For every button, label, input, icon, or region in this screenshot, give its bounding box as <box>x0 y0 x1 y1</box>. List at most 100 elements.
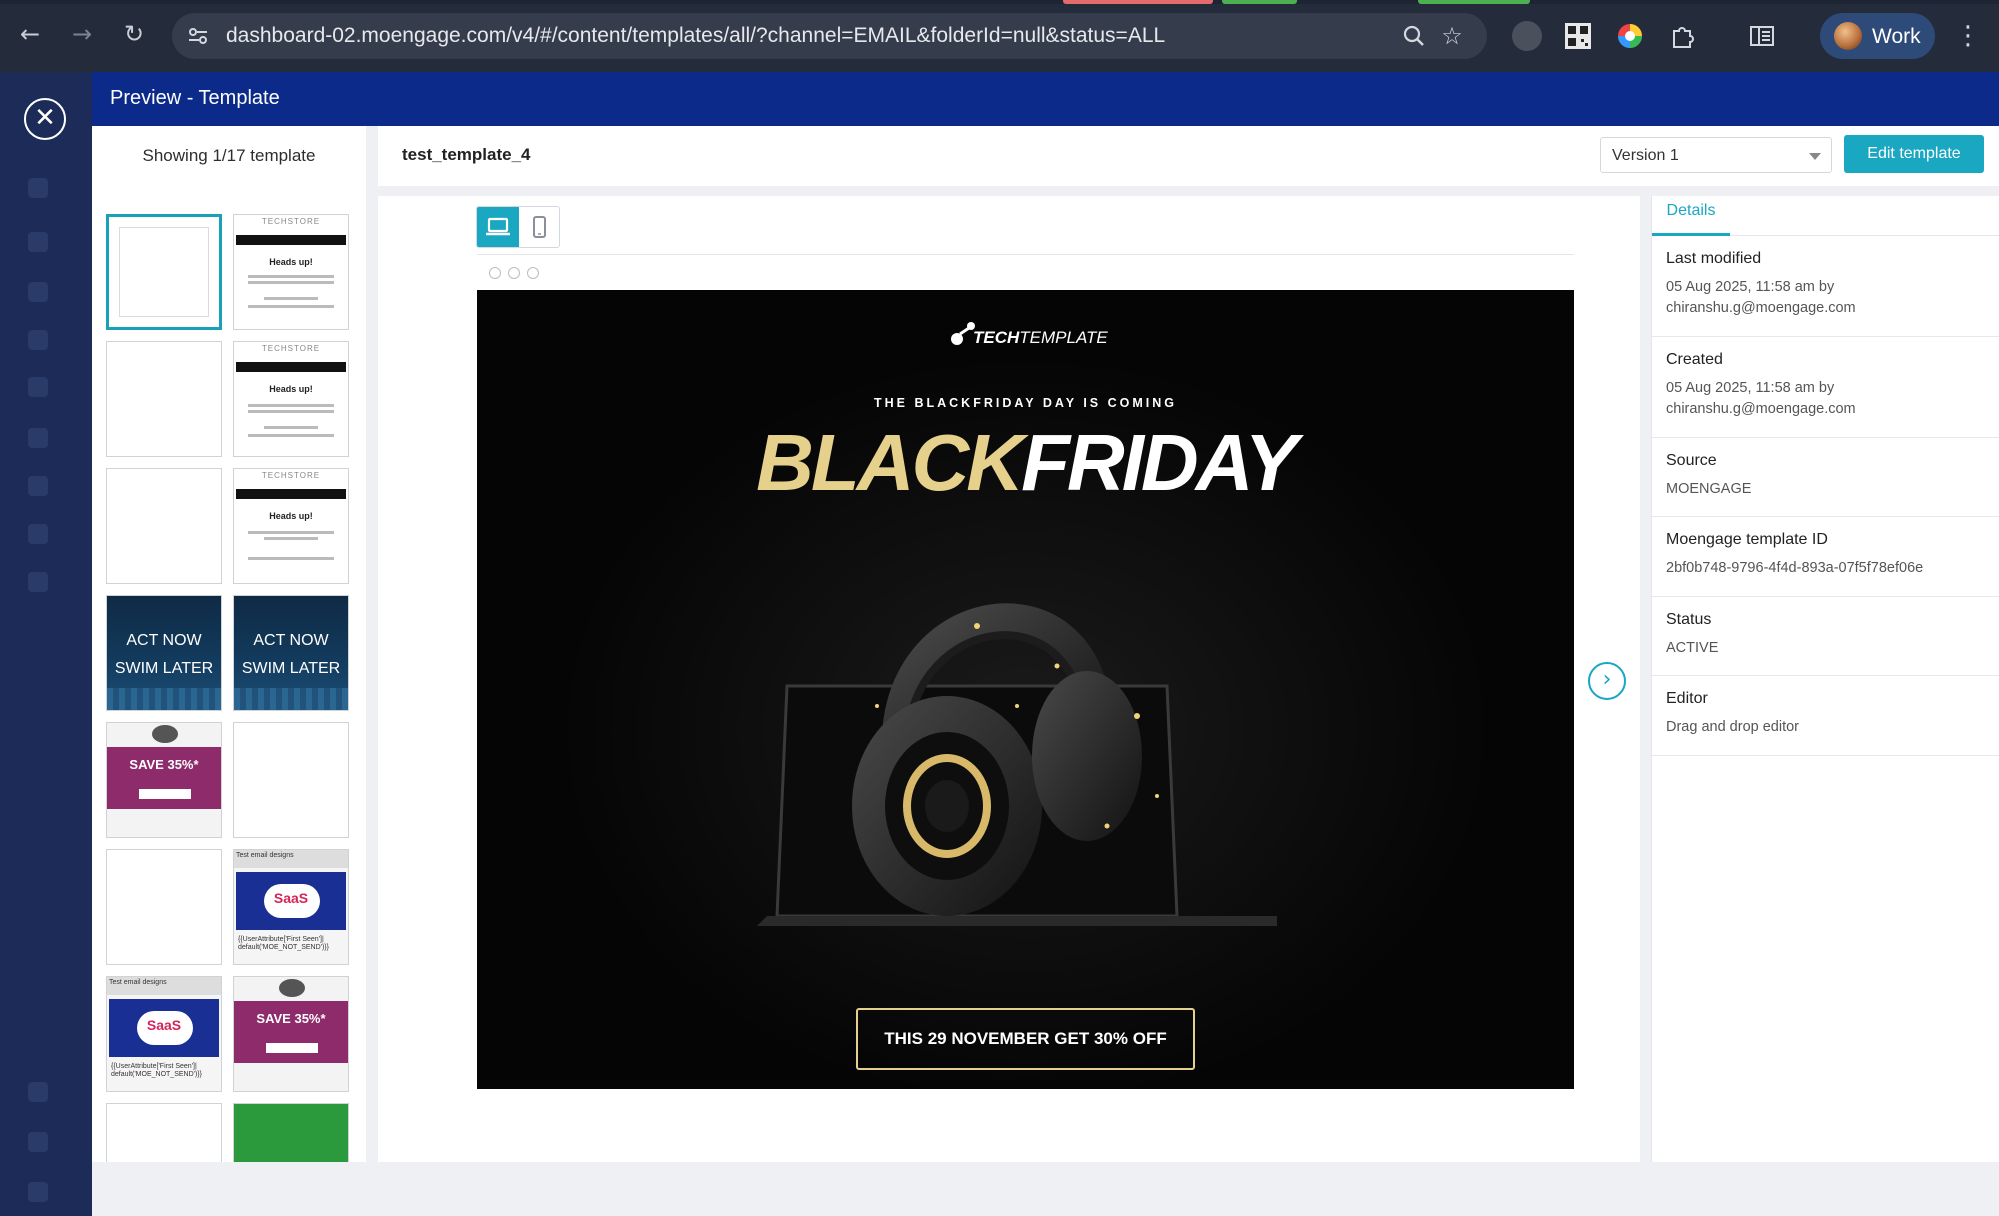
template-thumbnail-selected[interactable] <box>106 214 222 330</box>
sidebar-ghost-icon <box>28 476 48 496</box>
thumb-nav <box>236 235 346 245</box>
showing-count: Showing 1/17 template <box>142 146 316 165</box>
template-thumbnail[interactable]: SAVE 35%* <box>233 976 349 1092</box>
close-icon[interactable]: ✕ <box>24 98 66 140</box>
version-selected: Version 1 <box>1612 147 1679 164</box>
template-thumbnail[interactable] <box>106 341 222 457</box>
sidebar-ghost-icon <box>28 1132 48 1152</box>
thumb-wave-image <box>107 688 221 710</box>
mobile-phone-icon <box>533 216 546 238</box>
template-thumbnail[interactable]: Test email designs SaaS {{UserAttribute[… <box>106 976 222 1092</box>
thumb-heading: Heads up! <box>269 257 313 267</box>
edit-template-button[interactable]: Edit template <box>1844 135 1984 173</box>
thumb-logo: TECHSTORE <box>261 217 321 226</box>
version-dropdown[interactable]: Version 1 <box>1600 137 1832 173</box>
editor-value: Drag and drop editor <box>1666 719 1799 735</box>
tab-strip <box>0 0 1999 4</box>
last-modified-section: Last modified 05 Aug 2025, 11:58 am by c… <box>1652 236 1999 337</box>
tab-details[interactable]: Details <box>1652 196 1730 236</box>
modal-footer-area <box>92 1162 1999 1216</box>
created-by: chiranshu.g@moengage.com <box>1666 401 1856 417</box>
back-icon[interactable]: ← <box>16 20 44 48</box>
preview-browser-frame <box>477 254 1574 290</box>
color-picker-icon[interactable] <box>1615 21 1645 51</box>
mobile-view-button[interactable] <box>519 207 560 247</box>
sidebar-ghost-icon <box>28 572 48 592</box>
thumb-wave-image <box>234 688 348 710</box>
extension-icon[interactable] <box>1512 21 1542 51</box>
forward-icon[interactable]: → <box>68 20 96 48</box>
tab-indicator <box>1418 0 1530 4</box>
template-thumbnail[interactable] <box>106 468 222 584</box>
template-thumbnail[interactable] <box>106 849 222 965</box>
last-modified-by: chiranshu.g@moengage.com <box>1666 300 1856 316</box>
thumb-heading: SaaS <box>273 890 309 906</box>
desktop-view-button[interactable] <box>477 207 519 247</box>
template-name: test_template_4 <box>402 145 531 164</box>
template-thumbnail[interactable]: TECHSTORE Heads up! <box>233 214 349 330</box>
template-toolbar: test_template_4 Version 1 Edit template <box>378 126 1999 186</box>
email-subheading: THE BLACKFRIDAY DAY IS COMING <box>873 396 1177 410</box>
extensions-puzzle-icon[interactable] <box>1668 21 1698 51</box>
brand-text: TECHTEMPLATE <box>973 328 1108 348</box>
template-thumbnails-panel: Showing 1/17 template TECHSTORE Heads up… <box>92 126 366 1162</box>
template-thumbnail[interactable]: ACT NOW SWIM LATER <box>233 595 349 711</box>
thumb-heading: SaaS <box>146 1017 182 1033</box>
template-thumbnail[interactable]: Test email designs SaaS {{UserAttribute[… <box>233 849 349 965</box>
bookmark-star-icon[interactable]: ☆ <box>1438 22 1466 50</box>
zoom-icon[interactable] <box>1400 22 1428 50</box>
reading-list-icon[interactable] <box>1747 21 1777 51</box>
thumb-text-line <box>264 297 318 300</box>
modal-header: Preview - Template <box>92 72 1999 126</box>
email-cta-button[interactable]: THIS 29 NOVEMBER GET 30% OFF <box>856 1008 1195 1070</box>
profile-button[interactable]: Work <box>1820 13 1935 59</box>
thumb-logo: TECHSTORE <box>261 344 321 353</box>
url-text[interactable]: dashboard-02.moengage.com/v4/#/content/t… <box>226 24 1165 48</box>
thumb-footer: {{UserAttribute['First Seen']| default('… <box>111 1063 202 1078</box>
address-bar[interactable]: dashboard-02.moengage.com/v4/#/content/t… <box>172 13 1487 59</box>
thumb-text-line <box>248 434 334 437</box>
thumb-text-line <box>248 305 334 308</box>
site-settings-icon[interactable] <box>186 24 210 48</box>
preview-area: TECHTEMPLATE THE BLACKFRIDAY DAY IS COMI… <box>378 196 1640 1162</box>
reload-icon[interactable]: ↻ <box>120 20 148 48</box>
sidebar-ghost-icon <box>28 232 48 252</box>
more-menu-icon[interactable]: ⋮ <box>1955 20 1981 50</box>
brand-logo: TECHTEMPLATE <box>949 316 1109 356</box>
thumb-logo <box>279 979 305 997</box>
thumb-text-line <box>248 275 334 278</box>
thumb-text-line <box>248 531 334 534</box>
template-thumbnail[interactable] <box>233 1103 349 1162</box>
sidebar-ghost-icon <box>28 1182 48 1202</box>
headline-friday: FRIDAY <box>1021 418 1298 507</box>
sidebar-ghost-icon <box>28 1082 48 1102</box>
qr-code-icon[interactable] <box>1563 21 1593 51</box>
next-template-arrow-icon[interactable]: › <box>1588 662 1626 700</box>
template-thumbnail[interactable]: TECHSTORE Heads up! <box>233 468 349 584</box>
chevron-down-icon <box>1809 153 1821 160</box>
thumb-heading: ACT NOW <box>126 632 202 649</box>
created-label: Created <box>1666 351 1723 368</box>
thumb-heading: ACT NOW <box>253 632 329 649</box>
template-thumbnail[interactable]: ACT NOW SWIM LATER <box>106 595 222 711</box>
template-thumbnail[interactable]: SAVE 35%* <box>106 722 222 838</box>
editor-section: Editor Drag and drop editor <box>1652 676 1999 756</box>
status-label: Status <box>1666 611 1712 628</box>
tab-indicator <box>1222 0 1297 4</box>
details-tabs: Details <box>1652 196 1999 236</box>
template-thumbnail[interactable] <box>106 1103 222 1162</box>
thumb-text-line <box>264 537 318 540</box>
created-value: 05 Aug 2025, 11:58 am by <box>1666 380 1835 396</box>
headline-black: BLACK <box>756 418 1024 507</box>
window-dot-icon <box>527 267 539 279</box>
source-section: Source MOENGAGE <box>1652 438 1999 517</box>
thumb-nav <box>236 489 346 499</box>
template-thumbnail[interactable] <box>233 722 349 838</box>
laptop-icon <box>486 217 510 236</box>
source-label: Source <box>1666 452 1717 469</box>
window-dot-icon <box>508 267 520 279</box>
thumb-text-line <box>248 404 334 407</box>
thumb-logo <box>152 725 178 743</box>
thumb-heading: Heads up! <box>269 511 313 521</box>
template-thumbnail[interactable]: TECHSTORE Heads up! <box>233 341 349 457</box>
